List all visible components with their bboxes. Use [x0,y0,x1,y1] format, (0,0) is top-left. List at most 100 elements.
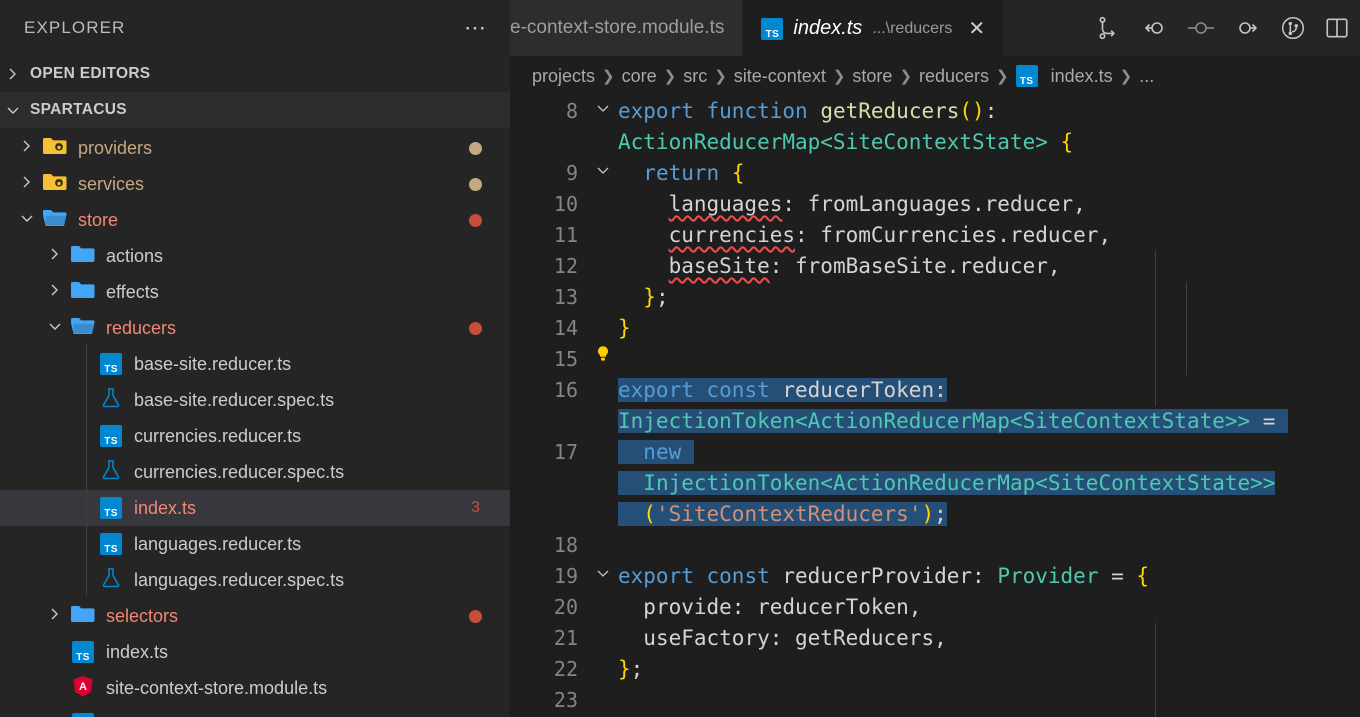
fold-chevron-down-icon[interactable] [588,96,618,127]
twisty[interactable] [42,605,68,628]
breadcrumb-item[interactable]: index.ts [1051,66,1113,87]
test-flask-icon [99,386,123,415]
code-line[interactable]: 12 baseSite: fromBaseSite.reducer, [510,251,1360,282]
line-number: 11 [553,223,578,247]
twisty[interactable] [14,209,40,232]
breadcrumb-separator-icon: ❯ [1119,68,1133,85]
code-line[interactable]: 19 export const reducerProvider: Provider… [510,561,1360,592]
breadcrumb-item[interactable]: ... [1139,66,1154,87]
tree-item-label: index.ts [106,641,169,662]
code-line[interactable]: InjectionToken<ActionReducerMap<SiteCont… [510,468,1360,499]
code-line[interactable]: ('SiteContextReducers'); [510,499,1360,530]
section-open-editors[interactable]: OPEN EDITORS [0,56,510,92]
code-line[interactable]: ActionReducerMap<SiteContextState> { [510,127,1360,158]
source-control-icon[interactable] [1280,15,1306,41]
code-editor[interactable]: 8 export function getReducers(): ActionRed… [510,96,1360,717]
code-line[interactable]: 11 currencies: fromCurrencies.reducer, [510,220,1360,251]
code-token: ; [934,502,947,526]
ellipsis-icon[interactable]: ⋯ [464,17,488,39]
code-token: : fromLanguages.reducer, [782,192,1086,216]
error-count-badge: 3 [471,499,480,516]
code-line[interactable]: 9 return { [510,158,1360,189]
code-line[interactable]: 17 new [510,437,1360,468]
next-change-icon[interactable] [1234,17,1262,39]
breadcrumb-item[interactable]: store [852,66,892,87]
tree-row-store[interactable]: store [0,202,510,238]
chevron-right-icon [4,65,22,83]
code-token: { [731,161,745,185]
code-token: : [984,99,998,123]
tree-row-actions[interactable]: actions [0,238,510,274]
breadcrumb-item[interactable]: projects [532,66,595,87]
code-line[interactable]: 15 [510,344,1360,375]
tree-row-index.ts[interactable]: TS index.ts 3 [0,490,510,526]
tree-row-currencies.reducer.ts[interactable]: TS currencies.reducer.ts [0,418,510,454]
tree-row-effects[interactable]: effects [0,274,510,310]
tree-row-reducers[interactable]: reducers [0,310,510,346]
code-line[interactable]: 8 export function getReducers(): [510,96,1360,127]
chevron-right-icon [18,173,36,196]
code-line[interactable]: InjectionToken<ActionReducerMap<SiteCont… [510,406,1360,437]
code-line[interactable]: 13 }; [510,282,1360,313]
file-icon-slot [40,135,70,162]
split-editor-icon[interactable] [1324,15,1350,41]
compare-changes-icon[interactable] [1096,15,1122,41]
lightbulb-icon[interactable] [588,344,618,375]
code-token: Provider [997,564,1099,588]
twisty[interactable] [42,281,68,304]
tree-row-selectors[interactable]: selectors [0,598,510,634]
code-line[interactable]: 20 provide: reducerToken, [510,592,1360,623]
code-line[interactable]: 21 useFactory: getReducers, [510,623,1360,654]
previous-change-icon[interactable] [1140,17,1168,39]
code-token: ) [921,502,935,526]
chevron-right-icon [46,245,64,268]
close-icon[interactable]: ✕ [968,16,985,41]
breadcrumb-item[interactable]: src [683,66,707,87]
code-line[interactable]: 14} [510,313,1360,344]
fold-chevron-down-icon[interactable] [588,561,618,592]
breadcrumb-item[interactable]: site-context [734,66,826,87]
current-change-icon[interactable] [1186,17,1216,39]
code-line[interactable]: 16 export const reducerToken: [510,375,1360,406]
tree-row-languages.reducer.ts[interactable]: TS languages.reducer.ts [0,526,510,562]
file-icon-slot: TS [96,425,126,447]
tree-row-currencies.reducer.spec.ts[interactable]: currencies.reducer.spec.ts [0,454,510,490]
tree-row-state.ts[interactable]: TS state.ts [0,706,510,717]
code-text: currencies: fromCurrencies.reducer, [618,220,1360,251]
line-number: 10 [553,192,578,216]
twisty[interactable] [14,173,40,196]
tree-item-label: languages.reducer.ts [134,533,302,554]
code-line[interactable]: 18 [510,530,1360,561]
tree-row-services[interactable]: services [0,166,510,202]
twisty[interactable] [14,137,40,160]
section-spartacus[interactable]: SPARTACUS [0,92,510,128]
tree-row-site-context-store.module.ts[interactable]: Asite-context-store.module.ts [0,670,510,706]
tab-site-context-store-module[interactable]: e-context-store.module.ts [510,0,744,56]
fold-chevron-down-icon[interactable] [588,158,618,189]
tree-row-index.ts[interactable]: TS index.ts [0,634,510,670]
breadcrumb-item[interactable]: reducers [919,66,989,87]
tree-row-base-site.reducer.ts[interactable]: TS base-site.reducer.ts [0,346,510,382]
code-line[interactable]: 10 languages: fromLanguages.reducer, [510,189,1360,220]
line-number: 20 [553,595,578,619]
file-icon-slot: TS [96,353,126,375]
folder-gear-icon [42,135,68,162]
tree-item-label: effects [106,281,159,302]
twisty[interactable] [42,317,68,340]
tree-row-languages.reducer.spec.ts[interactable]: languages.reducer.spec.ts [0,562,510,598]
tree-row-base-site.reducer.spec.ts[interactable]: base-site.reducer.spec.ts [0,382,510,418]
twisty[interactable] [42,245,68,268]
code-token [618,440,644,464]
tree-row-providers[interactable]: providers [0,130,510,166]
explorer-sidebar: EXPLORER ⋯ OPEN EDITORS SPARTACUS provid… [0,0,510,717]
code-text: provide: reducerToken, [618,592,1360,623]
code-line[interactable]: 23 [510,685,1360,716]
code-text: }; [618,654,1360,685]
ts-file-icon: TS [72,713,94,717]
tab-index-ts[interactable]: TS index.ts ...\reducers ✕ [743,0,1005,56]
code-token: { [1060,130,1074,154]
code-line[interactable]: 22}; [510,654,1360,685]
breadcrumb-item[interactable]: core [622,66,657,87]
breadcrumb: projects ❯ core ❯ src ❯ site-context ❯ store ❯ red… [510,56,1360,96]
